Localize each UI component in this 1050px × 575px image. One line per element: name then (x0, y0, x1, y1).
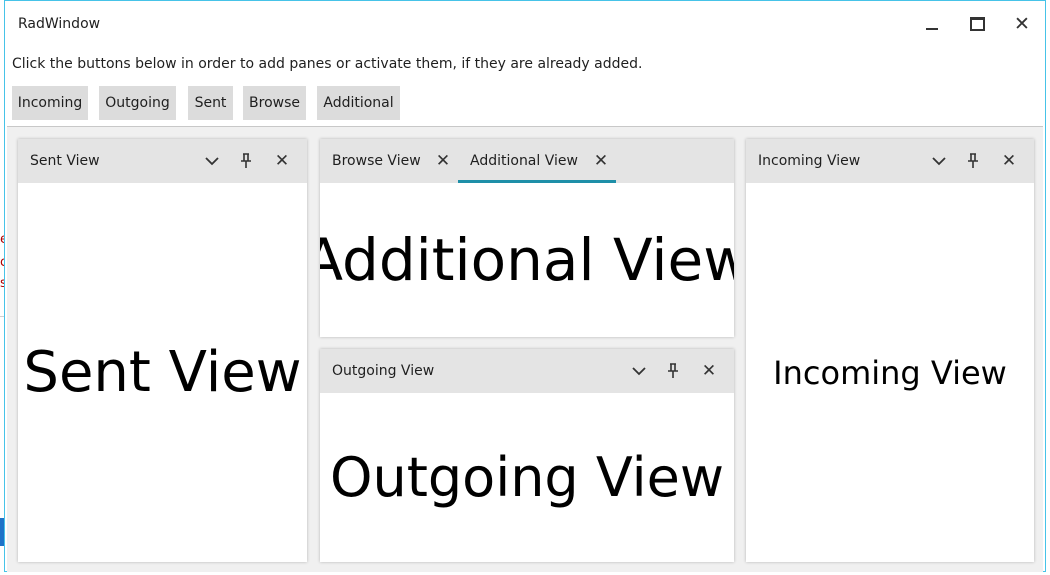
close-icon[interactable]: ✕ (998, 150, 1020, 172)
instruction-text: Click the buttons below in order to add … (12, 56, 643, 72)
pane-title: Outgoing View (332, 363, 435, 379)
pane-content: Sent View (18, 183, 307, 562)
close-icon: ✕ (1014, 12, 1030, 35)
tab-strip: Browse View ✕ Additional View ✕ (320, 139, 734, 183)
pane-content: Outgoing View (320, 393, 734, 562)
close-icon[interactable]: ✕ (590, 150, 612, 172)
rad-window: RadWindow ✕ Click the buttons below in o… (4, 0, 1046, 572)
sent-button[interactable]: Sent (188, 86, 233, 120)
browse-button[interactable]: Browse (243, 86, 306, 120)
pane-content-text: Additional View (320, 226, 734, 294)
window-title: RadWindow (18, 16, 101, 32)
pane-header[interactable]: Sent View ✕ (18, 139, 307, 183)
sent-view-pane: Sent View ✕ Sent View (18, 139, 307, 562)
additional-button[interactable]: Additional (317, 86, 400, 120)
pane-content-text: Sent View (23, 340, 302, 405)
title-bar[interactable]: RadWindow ✕ (5, 1, 1045, 47)
pane-title: Incoming View (758, 153, 861, 169)
close-icon[interactable]: ✕ (432, 150, 454, 172)
pane-content: Additional View (320, 183, 734, 337)
tabbed-pane-group: Browse View ✕ Additional View ✕ Addition… (320, 139, 734, 337)
chevron-down-icon[interactable] (928, 150, 950, 172)
tab-browse-view[interactable]: Browse View ✕ (320, 139, 456, 183)
incoming-button[interactable]: Incoming (12, 86, 88, 120)
tab-additional-view[interactable]: Additional View ✕ (458, 139, 616, 183)
close-window-button[interactable]: ✕ (1005, 11, 1039, 37)
pin-icon[interactable] (662, 360, 684, 382)
close-icon[interactable]: ✕ (698, 360, 720, 382)
docking-area: Sent View ✕ Sent View Browse View ✕ Addi… (7, 126, 1043, 572)
pin-icon[interactable] (962, 150, 984, 172)
pin-icon[interactable] (235, 150, 257, 172)
pane-content-text: Incoming View (773, 353, 1007, 392)
tab-label: Browse View (332, 153, 421, 169)
incoming-view-pane: Incoming View ✕ Incoming View (746, 139, 1034, 562)
minimize-button[interactable] (915, 11, 949, 37)
chevron-down-icon[interactable] (201, 150, 223, 172)
outgoing-view-pane: Outgoing View ✕ Outgoing View (320, 349, 734, 562)
pane-content: Incoming View (746, 183, 1034, 562)
pane-header[interactable]: Incoming View ✕ (746, 139, 1034, 183)
maximize-button[interactable] (960, 11, 994, 37)
tab-label: Additional View (470, 153, 578, 169)
minimize-icon (926, 28, 938, 30)
close-icon[interactable]: ✕ (271, 150, 293, 172)
pane-header[interactable]: Outgoing View ✕ (320, 349, 734, 393)
chevron-down-icon[interactable] (628, 360, 650, 382)
outgoing-button[interactable]: Outgoing (99, 86, 176, 120)
pane-content-text: Outgoing View (329, 446, 725, 509)
pane-title: Sent View (30, 153, 100, 169)
maximize-icon (969, 17, 985, 31)
